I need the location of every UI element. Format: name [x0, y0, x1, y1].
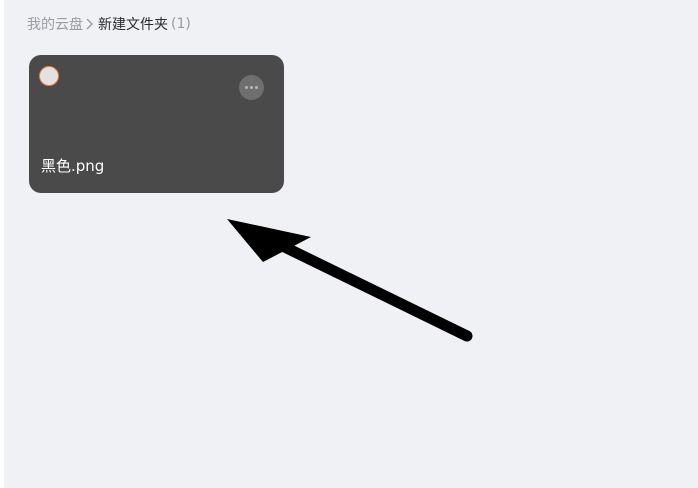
arrow-shaft — [256, 230, 473, 342]
breadcrumb-root-link[interactable]: 我的云盘 — [27, 14, 83, 34]
chevron-right-icon — [86, 18, 93, 30]
more-horizontal-icon[interactable] — [239, 75, 264, 100]
breadcrumb-current-folder: 新建文件夹 — [98, 17, 168, 33]
more-dot — [245, 86, 248, 89]
file-name-label: 黑色.png — [41, 157, 105, 175]
checkbox-circle-icon[interactable] — [39, 66, 59, 86]
breadcrumb: 我的云盘 新建文件夹 (1) — [27, 14, 191, 34]
file-card[interactable]: 黑色.png — [29, 55, 284, 193]
more-dot — [250, 86, 253, 89]
breadcrumb-item-count: (1) — [171, 16, 191, 32]
arrow-head — [227, 219, 311, 262]
more-dot — [255, 86, 258, 89]
left-edge-strip — [0, 0, 4, 488]
